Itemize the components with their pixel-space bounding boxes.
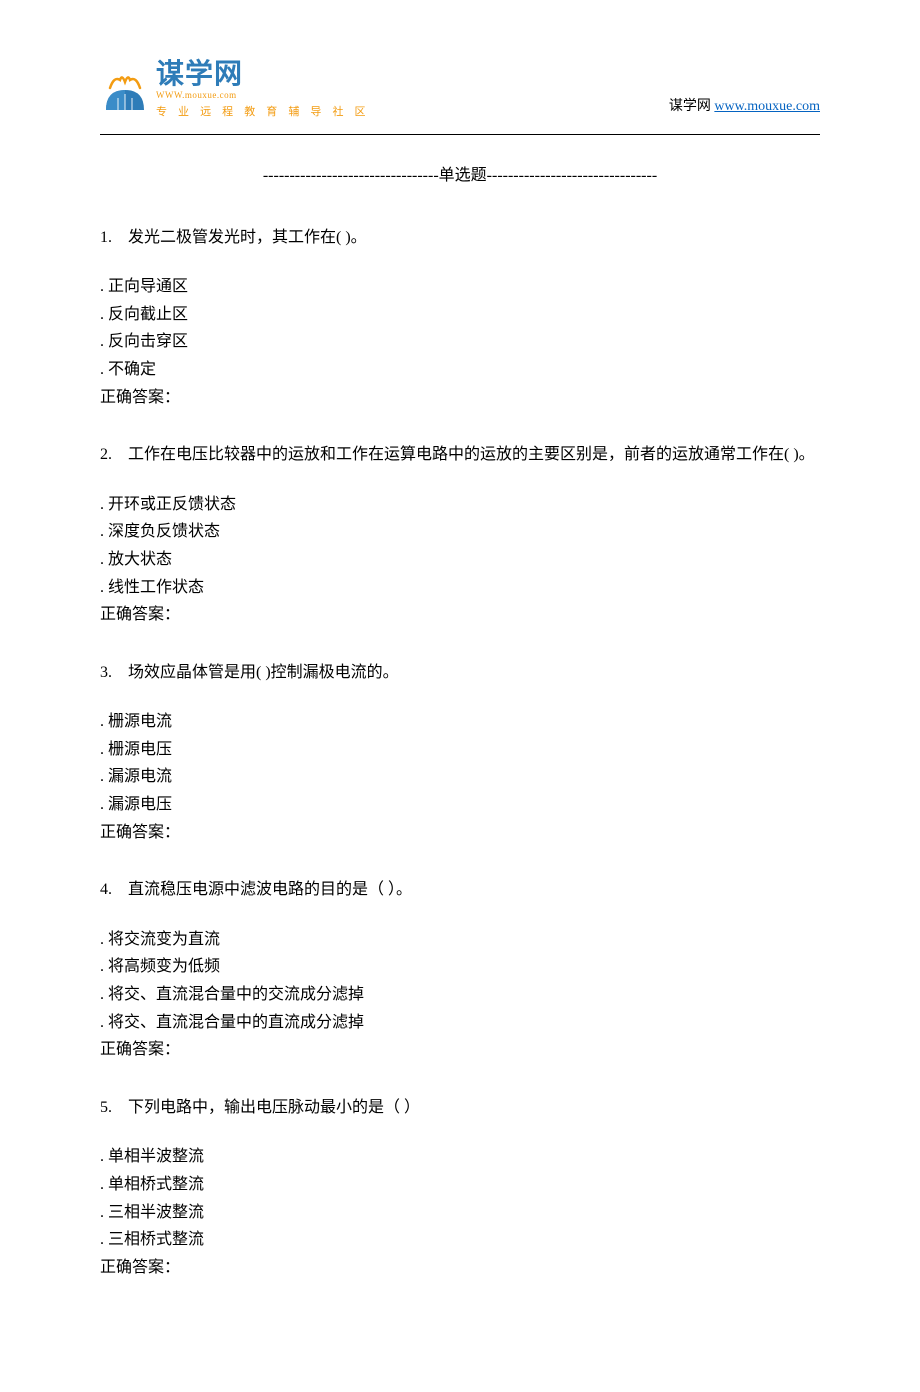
page-header: 谋学网 WWW.mouxue.com 专 业 远 程 教 育 辅 导 社 区 谋… — [100, 60, 820, 122]
question-option: . 将交、直流混合量中的直流成分滤掉 — [100, 1010, 820, 1036]
section-header: ---------------------------------单选题----… — [100, 163, 820, 189]
question-option: . 深度负反馈状态 — [100, 519, 820, 545]
question-option: . 栅源电压 — [100, 737, 820, 763]
questions-container: 1. 发光二极管发光时，其工作在( )。 . 正向导通区 . 反向截止区 . 反… — [100, 225, 820, 1281]
question-stem: 2. 工作在电压比较器中的运放和工作在运算电路中的运放的主要区别是，前者的运放通… — [100, 442, 820, 468]
question-stem: 1. 发光二极管发光时，其工作在( )。 — [100, 225, 820, 251]
question-text: 工作在电压比较器中的运放和工作在运算电路中的运放的主要区别是，前者的运放通常工作… — [128, 446, 815, 463]
question-number: 3. — [100, 664, 112, 681]
header-right: 谋学网 www.mouxue.com — [669, 96, 820, 122]
question-number: 1. — [100, 229, 112, 246]
question-option: . 开环或正反馈状态 — [100, 492, 820, 518]
header-right-text: 谋学网 — [669, 99, 715, 114]
answer-label: 正确答案： — [100, 602, 820, 628]
question-block: 1. 发光二极管发光时，其工作在( )。 . 正向导通区 . 反向截止区 . 反… — [100, 225, 820, 411]
question-option: . 三相半波整流 — [100, 1200, 820, 1226]
question-option: . 反向截止区 — [100, 302, 820, 328]
question-block: 4. 直流稳压电源中滤波电路的目的是（ ）。 . 将交流变为直流 . 将高频变为… — [100, 877, 820, 1063]
header-link[interactable]: www.mouxue.com — [714, 99, 820, 114]
question-stem: 5. 下列电路中，输出电压脉动最小的是（ ） — [100, 1095, 820, 1121]
question-number: 4. — [100, 881, 112, 898]
logo-tagline: 专 业 远 程 教 育 辅 导 社 区 — [156, 104, 370, 122]
question-block: 5. 下列电路中，输出电压脉动最小的是（ ） . 单相半波整流 . 单相桥式整流… — [100, 1095, 820, 1281]
question-option: . 线性工作状态 — [100, 575, 820, 601]
logo-url-small: WWW.mouxue.com — [156, 88, 370, 102]
question-number: 2. — [100, 446, 112, 463]
question-text: 发光二极管发光时，其工作在( )。 — [128, 229, 367, 246]
question-text: 下列电路中，输出电压脉动最小的是（ ） — [128, 1099, 420, 1116]
question-option: . 单相桥式整流 — [100, 1172, 820, 1198]
question-option: . 正向导通区 — [100, 274, 820, 300]
question-option: . 三相桥式整流 — [100, 1227, 820, 1253]
logo-text: 谋学网 WWW.mouxue.com 专 业 远 程 教 育 辅 导 社 区 — [156, 60, 370, 122]
logo-block: 谋学网 WWW.mouxue.com 专 业 远 程 教 育 辅 导 社 区 — [100, 60, 370, 122]
question-text: 场效应晶体管是用( )控制漏极电流的。 — [128, 664, 399, 681]
question-option: . 不确定 — [100, 357, 820, 383]
question-option: . 单相半波整流 — [100, 1144, 820, 1170]
question-block: 2. 工作在电压比较器中的运放和工作在运算电路中的运放的主要区别是，前者的运放通… — [100, 442, 820, 628]
logo-icon — [100, 70, 150, 112]
answer-label: 正确答案： — [100, 1255, 820, 1281]
question-option: . 将高频变为低频 — [100, 954, 820, 980]
logo-cn-text: 谋学网 — [156, 60, 370, 88]
question-option: . 反向击穿区 — [100, 329, 820, 355]
question-option: . 放大状态 — [100, 547, 820, 573]
question-option: . 栅源电流 — [100, 709, 820, 735]
question-stem: 3. 场效应晶体管是用( )控制漏极电流的。 — [100, 660, 820, 686]
question-number: 5. — [100, 1099, 112, 1116]
question-stem: 4. 直流稳压电源中滤波电路的目的是（ ）。 — [100, 877, 820, 903]
question-option: . 漏源电压 — [100, 792, 820, 818]
header-divider — [100, 134, 820, 135]
question-option: . 将交、直流混合量中的交流成分滤掉 — [100, 982, 820, 1008]
question-option: . 漏源电流 — [100, 764, 820, 790]
question-block: 3. 场效应晶体管是用( )控制漏极电流的。 . 栅源电流 . 栅源电压 . 漏… — [100, 660, 820, 846]
answer-label: 正确答案： — [100, 820, 820, 846]
question-option: . 将交流变为直流 — [100, 927, 820, 953]
question-text: 直流稳压电源中滤波电路的目的是（ ）。 — [128, 881, 412, 898]
answer-label: 正确答案： — [100, 1037, 820, 1063]
answer-label: 正确答案： — [100, 385, 820, 411]
